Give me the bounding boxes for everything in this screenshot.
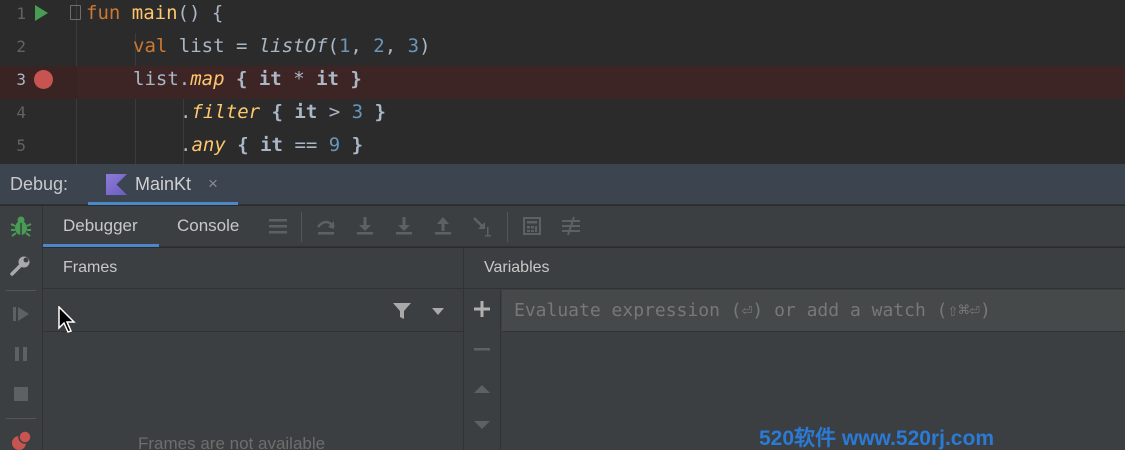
variables-panel: Variables xyxy=(463,248,1125,450)
toolbar-separator xyxy=(507,212,508,242)
tab-debugger[interactable]: Debugger xyxy=(43,206,159,247)
code-text: fun main() { xyxy=(86,2,224,24)
toolbar-separator xyxy=(301,212,302,242)
tab-underline xyxy=(43,244,159,247)
pause-icon[interactable] xyxy=(9,342,33,366)
move-down-icon[interactable] xyxy=(473,416,491,434)
session-name: MainKt xyxy=(135,174,192,194)
bug-icon[interactable] xyxy=(9,214,33,238)
code-text: val list = listOf(1, 2, 3) xyxy=(133,35,431,57)
force-step-into-icon[interactable] xyxy=(393,215,415,237)
fold-icon[interactable] xyxy=(70,5,81,20)
frames-thread-selector[interactable] xyxy=(43,290,463,332)
frames-panel: Frames Frames are not available xyxy=(43,248,463,450)
resume-icon[interactable] xyxy=(9,302,33,326)
step-over-icon[interactable] xyxy=(315,215,337,237)
line-number: 1 xyxy=(16,4,26,23)
step-into-icon[interactable] xyxy=(354,215,376,237)
code-line[interactable]: 5 .any { it == 9 } xyxy=(0,132,1125,165)
toolbar-divider xyxy=(6,418,36,419)
debug-label: Debug: xyxy=(10,174,69,194)
debug-left-toolbar xyxy=(0,206,43,450)
code-editor[interactable]: 1 fun main() { 2 val list = listOf(1, 2,… xyxy=(0,0,1125,164)
step-out-icon[interactable] xyxy=(432,215,454,237)
debug-toolwindow-header: Debug: MainKt × xyxy=(0,164,1125,205)
tab-label: Debugger xyxy=(63,216,138,235)
debugger-tab-row: Debugger Console xyxy=(43,206,1125,247)
plus-icon[interactable] xyxy=(473,300,491,318)
frames-empty-text: Frames are not available xyxy=(138,434,326,450)
move-up-icon[interactable] xyxy=(473,380,491,398)
variables-title: Variables xyxy=(484,259,550,276)
evaluate-expression-input[interactable] xyxy=(502,290,1125,332)
code-text: .any { it == 9 } xyxy=(180,134,364,156)
line-number: 2 xyxy=(16,37,26,56)
close-icon[interactable]: × xyxy=(208,174,218,194)
debug-session-tab[interactable]: MainKt × xyxy=(88,164,238,205)
code-line-breakpoint[interactable]: 3 list.map { it * it } xyxy=(0,66,1125,99)
line-number: 4 xyxy=(16,103,26,122)
trace-current-stream-icon[interactable] xyxy=(560,215,582,237)
minus-icon[interactable] xyxy=(473,340,491,358)
code-line[interactable]: 2 val list = listOf(1, 2, 3) xyxy=(0,33,1125,66)
code-text: .filter { it > 3 } xyxy=(180,101,386,123)
variables-header: Variables xyxy=(464,248,1125,289)
tab-label: Console xyxy=(177,216,240,235)
chevron-down-icon[interactable] xyxy=(431,306,445,316)
watches-toolbar xyxy=(464,290,501,450)
run-icon[interactable] xyxy=(35,5,48,21)
watermark: 520软件 www.520rj.com xyxy=(759,427,994,450)
kotlin-icon xyxy=(106,174,127,195)
wrench-icon[interactable] xyxy=(9,254,33,278)
filter-icon[interactable] xyxy=(392,301,412,321)
line-number: 5 xyxy=(16,136,26,155)
code-text: list.map { it * it } xyxy=(133,68,362,90)
menu-icon[interactable] xyxy=(267,215,289,237)
run-to-cursor-icon[interactable] xyxy=(471,215,493,237)
frames-header: Frames xyxy=(43,248,463,289)
code-line[interactable]: 1 fun main() { xyxy=(0,0,1125,33)
tab-underline xyxy=(88,202,238,205)
view-breakpoints-icon[interactable] xyxy=(9,428,33,450)
line-number: 3 xyxy=(16,70,26,89)
frames-title: Frames xyxy=(63,259,118,276)
evaluate-expression-icon[interactable] xyxy=(521,215,543,237)
toolbar-divider xyxy=(6,290,36,291)
mouse-cursor-icon xyxy=(58,306,76,333)
stop-icon[interactable] xyxy=(9,382,33,406)
breakpoint-icon[interactable] xyxy=(34,70,53,89)
code-line[interactable]: 4 .filter { it > 3 } xyxy=(0,99,1125,132)
tab-console[interactable]: Console xyxy=(177,206,257,247)
